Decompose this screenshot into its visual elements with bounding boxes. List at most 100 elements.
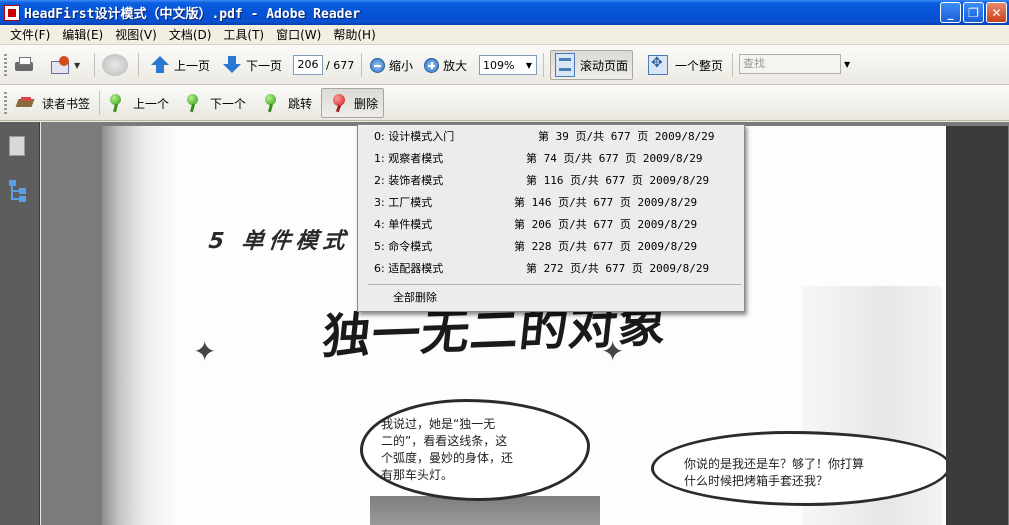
page-navigator: 206 / 677 <box>293 55 354 75</box>
printer-icon <box>13 55 35 75</box>
print-button[interactable] <box>13 55 35 75</box>
bookmark-info: 第 146 页/共 677 页 2009/8/29 <box>514 196 698 209</box>
minimize-button[interactable]: _ <box>940 2 961 23</box>
search-input[interactable]: 查找 <box>739 54 841 74</box>
bookmark-menu-item[interactable]: 1: 观察者模式 第 74 页/共 677 页 2009/8/29 <box>358 148 744 170</box>
bookmark-title: 2: 装饰者模式 <box>374 174 444 187</box>
jump-bookmark-button[interactable]: 跳转 <box>264 93 312 113</box>
pages-icon[interactable] <box>9 133 29 156</box>
prev-page-button[interactable]: 上一页 <box>150 55 210 75</box>
page-number-input[interactable]: 206 <box>293 55 323 75</box>
menu-view[interactable]: 视图(V) <box>109 25 163 45</box>
total-pages: / 677 <box>326 58 355 72</box>
arrow-up-icon <box>150 55 170 75</box>
bookmark-info: 第 206 页/共 677 页 2009/8/29 <box>514 218 698 231</box>
bookmark-menu-item[interactable]: 0: 设计模式入门 第 39 页/共 677 页 2009/8/29 <box>358 126 744 148</box>
speech-bubble-left: 我说过，她是“独一无 二的”，看看这线条，这 个弧度，曼妙的身体，还 有那车头灯… <box>360 399 590 501</box>
bookmark-title: 5: 命令模式 <box>374 240 433 253</box>
disabled-tool-button <box>102 54 128 76</box>
zoom-value-box[interactable]: 109% ▼ <box>479 55 537 75</box>
menu-bar: 文件(F) 编辑(E) 视图(V) 文档(D) 工具(T) 窗口(W) 帮助(H… <box>0 25 1009 45</box>
zoom-out-label: 缩小 <box>389 59 414 73</box>
menu-file[interactable]: 文件(F) <box>4 25 56 45</box>
zoom-out-button[interactable]: 缩小 <box>370 57 413 74</box>
bookmark-title: 3: 工厂模式 <box>374 196 433 209</box>
scroll-page-icon <box>555 53 575 77</box>
menu-edit[interactable]: 编辑(E) <box>56 25 109 45</box>
reader-bookmarks-label: 读者书签 <box>42 96 91 111</box>
bubble-line: 二的”，看看这线条，这 <box>381 434 508 448</box>
zoom-in-label: 放大 <box>443 59 468 73</box>
chevron-down-icon[interactable]: ▼ <box>522 61 536 70</box>
toolbar-separator <box>99 91 100 115</box>
zoom-in-icon <box>424 58 439 73</box>
menu-help[interactable]: 帮助(H) <box>327 25 381 45</box>
delete-label: 删除 <box>354 96 379 111</box>
green-pin-icon <box>109 93 123 113</box>
jump-label: 跳转 <box>288 96 313 111</box>
delete-bookmark-button[interactable]: 删除 <box>321 88 385 118</box>
page-gutter <box>946 126 1008 525</box>
next-label: 下一个 <box>210 96 247 111</box>
bookmark-title: 1: 观察者模式 <box>374 152 444 165</box>
prev-page-label: 上一页 <box>174 58 211 73</box>
chapter-heading: 5 单件模式 <box>207 229 352 254</box>
chevron-down-icon[interactable]: ▼ <box>844 60 850 69</box>
sparkle-icon: ✦ <box>601 335 625 368</box>
bookmark-toolbar: 读者书签 上一个 下一个 跳转 删除 <box>0 85 1009 121</box>
green-pin-icon <box>264 93 278 113</box>
toolbar-separator <box>543 53 544 77</box>
full-page-button[interactable]: 一个整页 <box>648 55 723 75</box>
navigation-panel <box>0 122 40 525</box>
hand-tool-icon <box>102 54 128 76</box>
restore-button[interactable]: ❐ <box>963 2 984 23</box>
scroll-page-label: 滚动页面 <box>580 58 629 73</box>
bookmark-menu-item[interactable]: 3: 工厂模式 第 146 页/共 677 页 2009/8/29 <box>358 192 744 214</box>
chevron-down-icon[interactable]: ▼ <box>74 61 80 70</box>
search-field[interactable]: 查找 ▼ <box>739 54 850 74</box>
bookmark-title: 0: 设计模式入门 <box>374 130 455 143</box>
menu-tools[interactable]: 工具(T) <box>217 25 270 45</box>
next-page-button[interactable]: 下一页 <box>222 55 282 75</box>
window-title: HeadFirst设计模式（中文版）.pdf - Adobe Reader <box>24 7 361 22</box>
arrow-down-icon <box>222 55 242 75</box>
full-page-label: 一个整页 <box>675 58 724 73</box>
bookmark-menu-item[interactable]: 5: 命令模式 第 228 页/共 677 页 2009/8/29 <box>358 236 744 258</box>
reader-bookmarks-button[interactable]: 读者书签 <box>15 94 90 112</box>
bookmark-menu-item[interactable]: 6: 适配器模式 第 272 页/共 677 页 2009/8/29 <box>358 258 744 280</box>
bubble-line: 什么时候把烤箱手套还我？ <box>684 474 829 488</box>
window-controls: _ ❐ ✕ <box>940 2 1007 23</box>
toolbar-grip[interactable] <box>4 54 7 76</box>
scroll-page-button[interactable]: 滚动页面 <box>550 50 634 80</box>
zoom-in-button[interactable]: 放大 <box>424 57 467 74</box>
bookmark-menu-item[interactable]: 2: 装饰者模式 第 116 页/共 677 页 2009/8/29 <box>358 170 744 192</box>
email-button[interactable]: ▼ <box>50 55 80 75</box>
toolbar-separator <box>94 53 95 77</box>
sparkle-icon: ✦ <box>193 335 217 368</box>
menu-divider <box>368 284 742 285</box>
menu-document[interactable]: 文档(D) <box>163 25 218 45</box>
delete-all-menu-item[interactable]: 全部删除 <box>393 287 437 309</box>
toolbar-grip[interactable] <box>4 92 7 114</box>
bookmarks-tree-icon[interactable] <box>9 180 27 202</box>
zoom-select[interactable]: 109% ▼ <box>479 55 537 75</box>
bookmark-info: 第 74 页/共 677 页 2009/8/29 <box>526 152 703 165</box>
zoom-out-icon <box>370 58 385 73</box>
adobe-reader-icon <box>4 4 20 21</box>
bubble-line: 你说的是我还是车？够了！你打算 <box>684 457 865 471</box>
previous-label: 上一个 <box>133 96 170 111</box>
green-pin-icon <box>186 93 200 113</box>
title-bar: HeadFirst设计模式（中文版）.pdf - Adobe Reader _ … <box>0 0 1009 25</box>
red-pin-icon <box>330 93 348 113</box>
menu-window[interactable]: 窗口(W) <box>270 25 327 45</box>
toolbar-separator <box>138 53 139 77</box>
bookmark-title: 4: 单件模式 <box>374 218 433 231</box>
speech-bubble-right: 你说的是我还是车？够了！你打算 什么时候把烤箱手套还我？ <box>651 431 951 506</box>
bubble-line: 我说过，她是“独一无 <box>381 417 496 431</box>
bubble-line: 个弧度，曼妙的身体，还 <box>381 451 514 465</box>
previous-bookmark-button[interactable]: 上一个 <box>109 93 169 113</box>
close-button[interactable]: ✕ <box>986 2 1007 23</box>
next-bookmark-button[interactable]: 下一个 <box>186 93 246 113</box>
bookmark-menu-item[interactable]: 4: 单件模式 第 206 页/共 677 页 2009/8/29 <box>358 214 744 236</box>
bookmark-title: 6: 适配器模式 <box>374 262 444 275</box>
